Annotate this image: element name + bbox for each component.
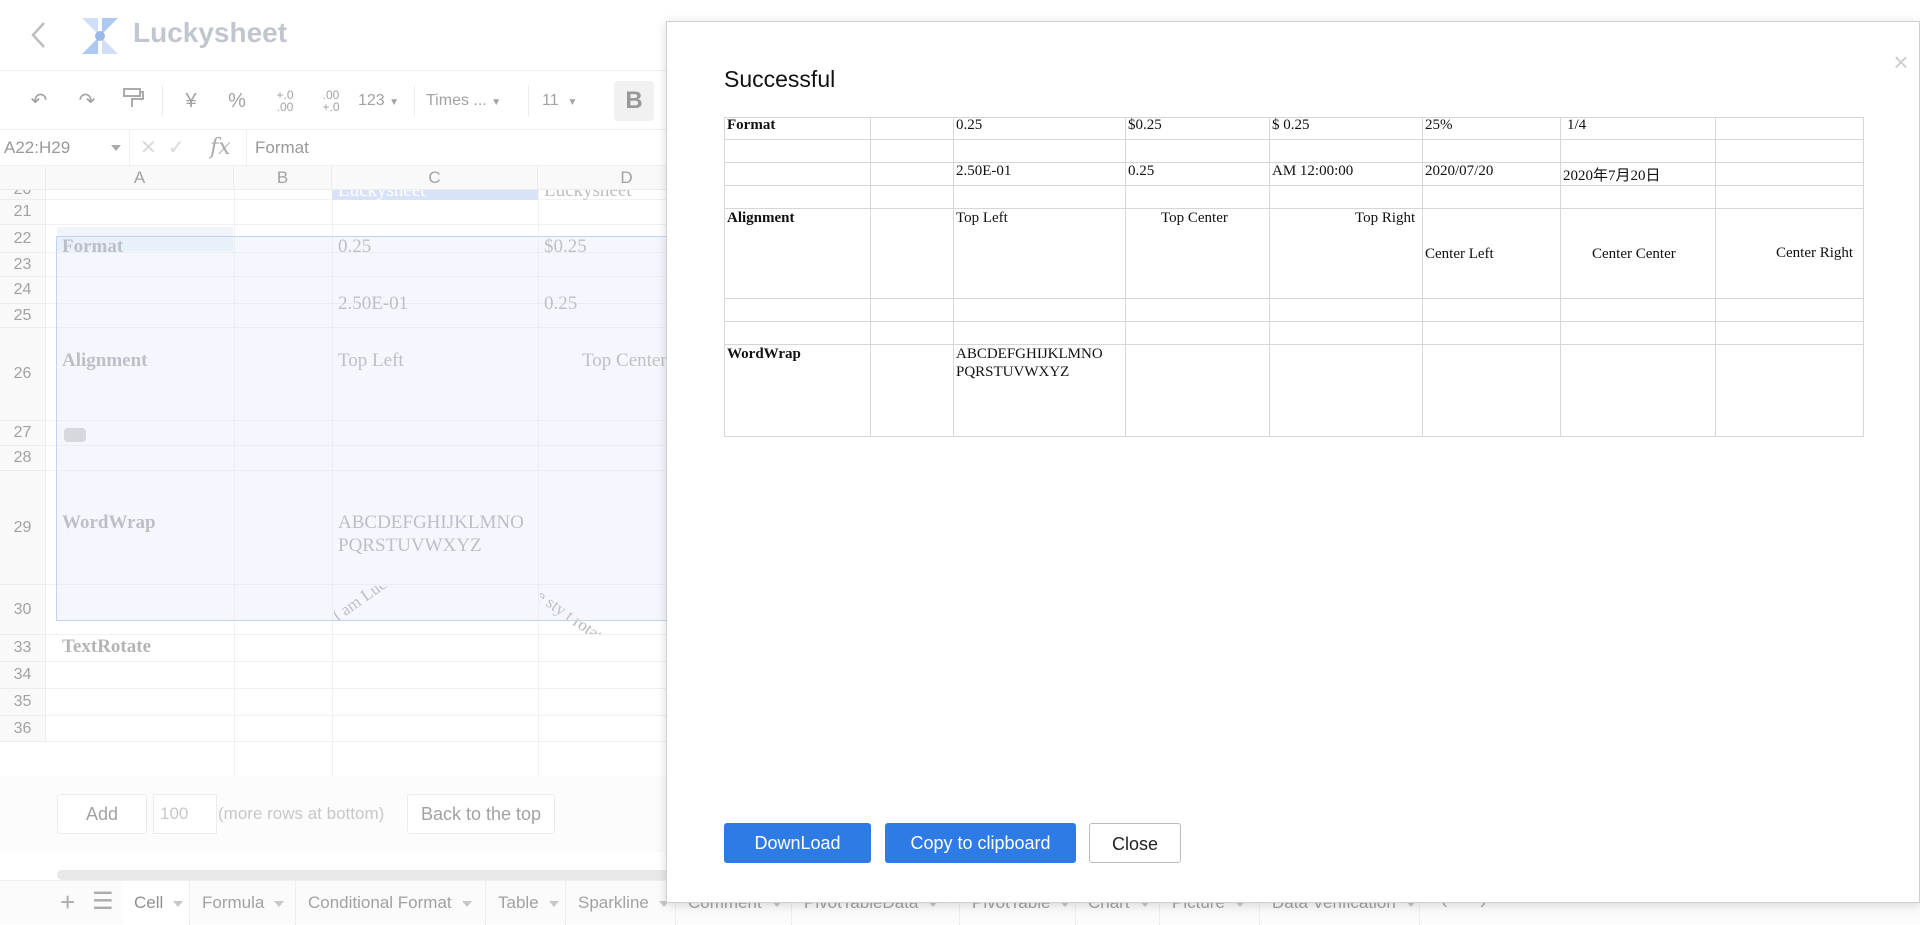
preview-cell: Top Center	[1161, 210, 1228, 226]
close-button[interactable]: Close	[1089, 823, 1181, 863]
preview-cell: 2020年7月20日	[1563, 168, 1661, 184]
preview-cell: 25%	[1425, 117, 1453, 133]
preview-cell: Top Left	[956, 210, 1008, 226]
html-table-preview: Format 0.25 $0.25 $ 0.25 25% 1/4 2.50E-0…	[724, 117, 1864, 437]
preview-cell: AM 12:00:00	[1272, 163, 1354, 179]
preview-cell: $0.25	[1128, 117, 1162, 133]
preview-cell: 2.50E-01	[956, 163, 1012, 179]
copy-to-clipboard-button[interactable]: Copy to clipboard	[885, 823, 1076, 863]
preview-cell: 0.25	[1128, 163, 1155, 179]
preview-cell: 1/4	[1567, 117, 1587, 133]
preview-cell: Center Left	[1425, 246, 1494, 262]
dialog-title: Successful	[724, 66, 836, 92]
preview-cell: Format	[727, 117, 776, 133]
preview-cell: Center Center	[1592, 246, 1676, 262]
preview-cell: ABCDEFGHIJKLMNO	[956, 346, 1103, 362]
preview-cell: Center Right	[1776, 245, 1854, 261]
preview-cell: Top Right	[1355, 210, 1416, 226]
preview-cell: $ 0.25	[1272, 117, 1310, 133]
close-icon[interactable]: ×	[1887, 48, 1915, 76]
preview-cell: 2020/07/20	[1425, 163, 1494, 179]
preview-cell: WordWrap	[727, 346, 801, 362]
preview-cell: 0.25	[956, 117, 983, 133]
preview-cell: PQRSTUVWXYZ	[956, 364, 1070, 380]
export-success-dialog: Successful × Format 0.25 $0.25 $ 0.25 25…	[666, 21, 1920, 903]
preview-cell: Alignment	[727, 210, 795, 226]
download-button[interactable]: DownLoad	[724, 823, 871, 863]
